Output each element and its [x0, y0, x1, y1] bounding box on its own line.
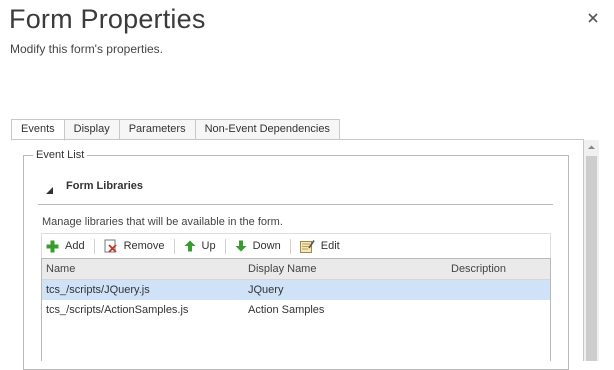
event-list-legend: Event List [33, 149, 88, 161]
add-icon [46, 240, 59, 252]
page-title: Form Properties [9, 4, 206, 34]
library-toolbar: Add Remove Up Down Edit [41, 233, 551, 258]
edit-icon [299, 240, 315, 253]
remove-icon [104, 239, 117, 253]
grid-header: Name Display Name Description [42, 259, 550, 280]
row-name: tcs_/scripts/JQuery.js [46, 284, 150, 296]
edit-label: Edit [320, 240, 340, 252]
toolbar-separator [173, 238, 175, 254]
close-icon[interactable] [585, 10, 601, 26]
table-row[interactable]: tcs_/scripts/ActionSamples.js Action Sam… [42, 300, 550, 320]
down-button[interactable]: Down [231, 236, 285, 256]
toolbar-separator [289, 238, 291, 254]
column-header-name[interactable]: Name [46, 263, 75, 275]
remove-button[interactable]: Remove [100, 236, 169, 256]
tab-divider [11, 139, 583, 140]
column-header-display-name[interactable]: Display Name [248, 263, 316, 275]
edit-button[interactable]: Edit [296, 236, 344, 256]
up-label: Up [201, 240, 216, 252]
remove-label: Remove [123, 240, 165, 252]
toolbar-separator [224, 238, 226, 254]
scroll-up-icon[interactable] [584, 140, 599, 155]
add-label: Add [65, 240, 85, 252]
tab-bar: Events Display Parameters Non-Event Depe… [11, 119, 340, 141]
row-display-name: JQuery [248, 284, 284, 296]
column-header-description[interactable]: Description [451, 263, 506, 275]
table-row[interactable]: tcs_/scripts/JQuery.js JQuery [42, 280, 550, 300]
section-divider [38, 204, 553, 205]
tab-display[interactable]: Display [64, 119, 120, 140]
row-name: tcs_/scripts/ActionSamples.js [46, 304, 189, 316]
down-label: Down [252, 240, 281, 252]
toolbar-separator [93, 238, 95, 254]
form-libraries-heading[interactable]: Form Libraries [66, 180, 143, 192]
tab-parameters[interactable]: Parameters [119, 119, 196, 140]
arrow-up-icon [184, 240, 196, 252]
tab-events[interactable]: Events [11, 119, 65, 141]
page-subtitle: Modify this form's properties. [10, 42, 164, 56]
up-button[interactable]: Up [180, 236, 220, 256]
row-display-name: Action Samples [248, 304, 325, 316]
add-button[interactable]: Add [42, 236, 89, 256]
libraries-grid: Name Display Name Description tcs_/scrip… [41, 258, 551, 361]
vertical-scrollbar[interactable] [584, 140, 599, 361]
arrow-down-icon [235, 240, 247, 252]
libraries-description: Manage libraries that will be available … [42, 216, 283, 228]
collapse-triangle-icon[interactable] [46, 181, 53, 194]
scroll-thumb[interactable] [586, 156, 597, 361]
tab-non-event-dependencies[interactable]: Non-Event Dependencies [195, 119, 340, 140]
